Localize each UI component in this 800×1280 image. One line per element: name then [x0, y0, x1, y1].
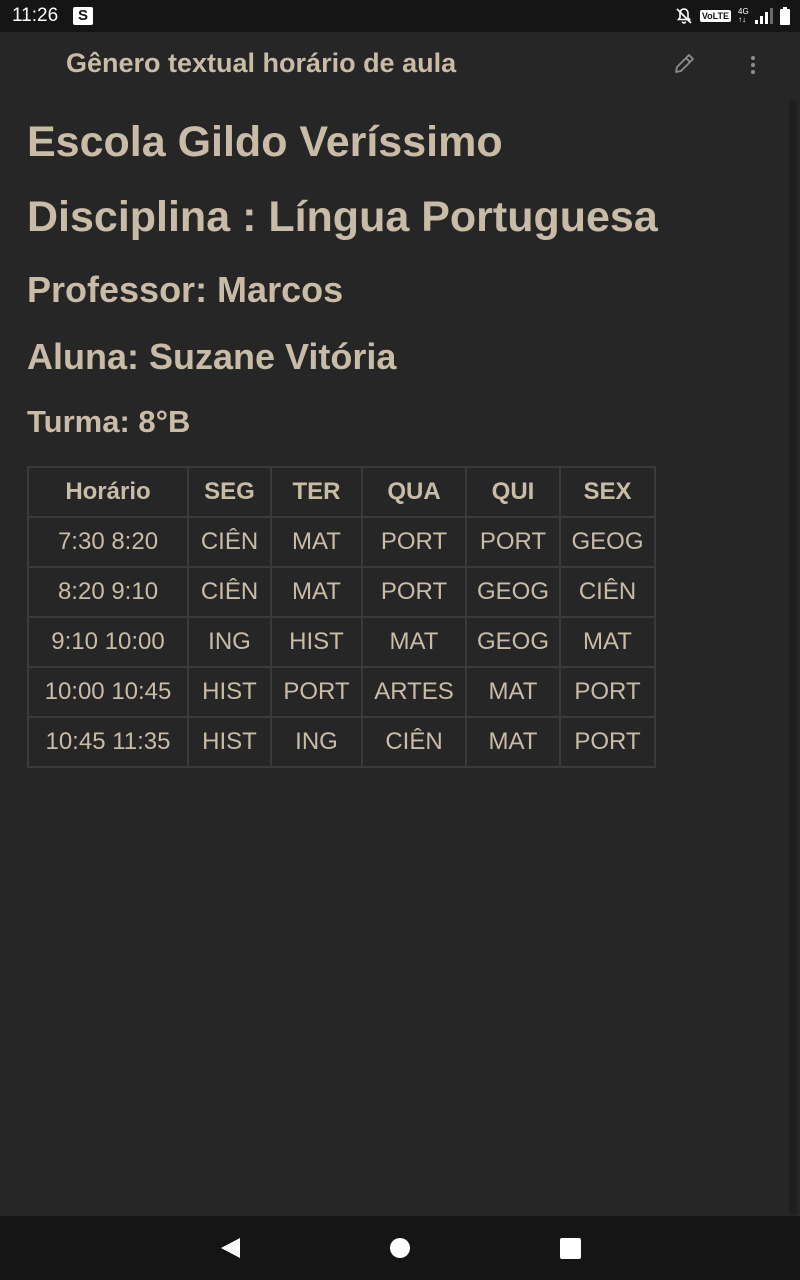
- table-row: 9:10 10:00 ING HIST MAT GEOG MAT: [27, 616, 656, 668]
- table-cell: ARTES: [361, 666, 467, 718]
- pencil-icon: [675, 54, 694, 73]
- table-header-cell: SEG: [187, 466, 272, 518]
- table-row: 7:30 8:20 CIÊN MAT PORT PORT GEOG: [27, 516, 656, 568]
- schedule-table: Horário SEG TER QUA QUI SEX 7:30 8:20 CI…: [27, 466, 656, 768]
- edit-button[interactable]: [668, 48, 700, 82]
- table-row: 8:20 9:10 CIÊN MAT PORT GEOG CIÊN: [27, 566, 656, 618]
- table-cell: ING: [270, 716, 363, 768]
- volte-icon: VoLTE: [699, 10, 731, 22]
- table-cell: 10:45 11:35: [27, 716, 189, 768]
- table-cell: PORT: [270, 666, 363, 718]
- table-cell: PORT: [361, 516, 467, 568]
- table-cell: PORT: [465, 516, 561, 568]
- navigation-bar: [0, 1216, 800, 1280]
- table-cell: CIÊN: [559, 566, 656, 618]
- table-cell: 8:20 9:10: [27, 566, 189, 618]
- table-cell: GEOG: [465, 566, 561, 618]
- back-icon[interactable]: [218, 1236, 242, 1260]
- note-title: Gênero textual horário de aula: [66, 48, 457, 78]
- table-cell: GEOG: [465, 616, 561, 668]
- battery-icon: [780, 7, 790, 25]
- status-bar: 11:26 S VoLTE 4G ↑↓: [0, 0, 800, 32]
- scrollbar[interactable]: [789, 100, 797, 1215]
- table-cell: MAT: [270, 566, 363, 618]
- table-cell: PORT: [361, 566, 467, 618]
- class-heading: Turma: 8°B: [27, 404, 191, 439]
- table-cell: CIÊN: [187, 516, 272, 568]
- table-cell: 10:00 10:45: [27, 666, 189, 718]
- table-row: 10:00 10:45 HIST PORT ARTES MAT PORT: [27, 666, 656, 718]
- table-cell: GEOG: [559, 516, 656, 568]
- teacher-heading: Professor: Marcos: [27, 269, 344, 310]
- table-cell: MAT: [465, 716, 561, 768]
- table-header-cell: SEX: [559, 466, 656, 518]
- table-cell: PORT: [559, 716, 656, 768]
- table-header-cell: QUI: [465, 466, 561, 518]
- signal-icon: [755, 8, 773, 24]
- table-cell: MAT: [559, 616, 656, 668]
- table-cell: MAT: [270, 516, 363, 568]
- network-arrows: ↑↓: [738, 15, 746, 24]
- home-icon[interactable]: [389, 1237, 411, 1259]
- app-bar: Gênero textual horário de aula: [0, 32, 800, 98]
- notification-s-icon: S: [73, 7, 93, 25]
- table-header-row: Horário SEG TER QUA QUI SEX: [27, 466, 656, 518]
- status-icons: VoLTE 4G ↑↓: [675, 6, 790, 26]
- table-cell: MAT: [361, 616, 467, 668]
- table-cell: ING: [187, 616, 272, 668]
- subject-heading: Disciplina : Língua Portuguesa: [27, 193, 658, 241]
- table-row: 10:45 11:35 HIST ING CIÊN MAT PORT: [27, 716, 656, 768]
- table-cell: CIÊN: [361, 716, 467, 768]
- table-cell: 9:10 10:00: [27, 616, 189, 668]
- table-cell: HIST: [187, 666, 272, 718]
- recents-icon[interactable]: [560, 1238, 581, 1259]
- table-cell: HIST: [187, 716, 272, 768]
- more-options-button[interactable]: [737, 48, 769, 82]
- table-cell: 7:30 8:20: [27, 516, 189, 568]
- network-4g-icon: 4G ↑↓: [738, 8, 749, 24]
- mute-icon: [676, 8, 692, 24]
- table-cell: PORT: [559, 666, 656, 718]
- table-header-cell: Horário: [27, 466, 189, 518]
- table-cell: HIST: [270, 616, 363, 668]
- table-cell: MAT: [465, 666, 561, 718]
- more-vert-icon: [751, 56, 755, 74]
- table-header-cell: TER: [270, 466, 363, 518]
- table-header-cell: QUA: [361, 466, 467, 518]
- school-heading: Escola Gildo Veríssimo: [27, 118, 503, 166]
- table-cell: CIÊN: [187, 566, 272, 618]
- status-time: 11:26: [12, 5, 59, 26]
- student-heading: Aluna: Suzane Vitória: [27, 336, 397, 377]
